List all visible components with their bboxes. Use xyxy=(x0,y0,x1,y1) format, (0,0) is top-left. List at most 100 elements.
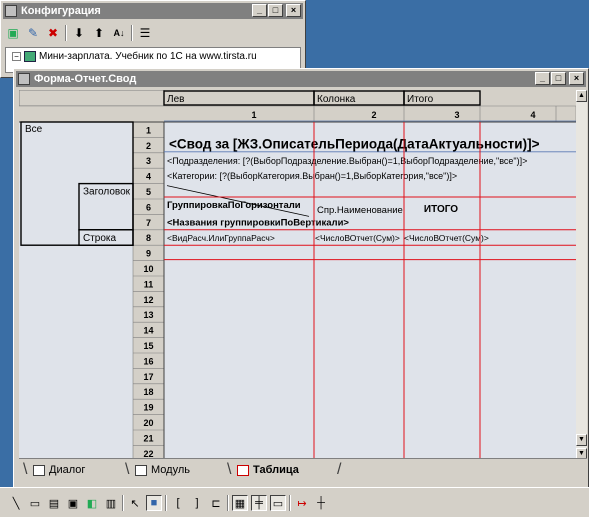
fill-tool-icon[interactable]: ■ xyxy=(146,495,162,511)
text-tool-icon[interactable]: ▤ xyxy=(46,495,62,511)
tab-dialog[interactable]: Диалог xyxy=(33,461,85,479)
form-window: Форма-Отчет.Свод _ □ × 1 2 3 4 5 6 7 8 9 10 11 12 13… xyxy=(13,68,589,517)
dialog-icon xyxy=(33,464,45,476)
ruler-icon[interactable]: ▭ xyxy=(270,495,286,511)
vertical-scrollbar[interactable]: ▲ ▼ ▼ xyxy=(576,90,587,462)
bracket-right-icon[interactable]: ] xyxy=(189,495,205,511)
tab-divider: \ xyxy=(227,461,232,478)
tab-divider: \ xyxy=(125,461,130,478)
config-icon xyxy=(24,51,36,62)
tab-module[interactable]: Модуль xyxy=(135,461,190,479)
tab-dialog-label: Диалог xyxy=(49,464,86,476)
cell-r8c3: <ЧислоВОтчет(Сум)> xyxy=(404,233,489,243)
row-number: 19 xyxy=(143,403,153,413)
row-section-area xyxy=(19,122,133,462)
row-number: 21 xyxy=(143,433,153,443)
toolbar-separator xyxy=(122,495,124,511)
picture-tool-icon[interactable]: ▣ xyxy=(65,495,81,511)
row-number: 8 xyxy=(146,233,151,243)
scroll-up-button[interactable]: ▲ xyxy=(576,90,587,102)
document-icon[interactable]: ☰ xyxy=(137,25,153,41)
cell-r7c1: <Названия группировкиПоВертикали> xyxy=(167,217,349,228)
chart-tool-icon[interactable]: ▥ xyxy=(103,495,119,511)
row-number: 12 xyxy=(143,295,153,305)
form-titlebar[interactable]: Форма-Отчет.Свод _ □ × xyxy=(16,71,586,87)
configuration-window: Конфигурация _ □ × ▣ ✎ ✖ ⬇ ⬆ A↓ ☰ − Мини… xyxy=(0,0,306,78)
cell-r8c2: <ЧислоВОтчет(Сум)> xyxy=(315,233,400,243)
tab-module-label: Модуль xyxy=(151,464,190,476)
row-number: 10 xyxy=(143,264,153,274)
row-number: 4 xyxy=(146,172,151,182)
tab-divider: \ xyxy=(23,461,28,478)
column-section-label: Колонка xyxy=(317,94,356,105)
pointer-tool-icon[interactable]: ↖ xyxy=(127,495,143,511)
line-tool-icon[interactable]: ╲ xyxy=(8,495,24,511)
cell-r3: <Подразделения: [?(ВыборПодразделение.Вы… xyxy=(167,156,527,166)
column-number-bar xyxy=(19,106,576,122)
headers-icon[interactable]: ╪ xyxy=(251,495,267,511)
row-number: 14 xyxy=(143,326,153,336)
row-number: 6 xyxy=(146,202,151,212)
spreadsheet-grid[interactable]: 1234567891011121314151617181920212212345… xyxy=(19,90,576,462)
move-down-icon[interactable]: ⬇ xyxy=(71,25,87,41)
spreadsheet-svg[interactable]: 1234567891011121314151617181920212212345… xyxy=(19,90,576,462)
form-title: Форма-Отчет.Свод xyxy=(34,73,137,85)
column-number: 4 xyxy=(530,110,535,120)
configuration-title: Конфигурация xyxy=(21,5,101,17)
tab-table[interactable]: Таблица xyxy=(237,461,299,479)
cell-r6c2: Спр.Наименование xyxy=(317,205,403,216)
row-number: 9 xyxy=(146,249,151,259)
edit-icon[interactable]: ✎ xyxy=(25,25,41,41)
row-number: 16 xyxy=(143,356,153,366)
minimize-button[interactable]: _ xyxy=(252,4,267,17)
table-icon xyxy=(237,464,249,476)
configuration-titlebar[interactable]: Конфигурация _ □ × xyxy=(3,3,303,19)
sort-icon[interactable]: A↓ xyxy=(111,25,127,41)
toolbar-separator xyxy=(65,25,67,41)
form-close-button[interactable]: × xyxy=(569,72,584,85)
module-icon xyxy=(135,464,147,476)
column-number: 3 xyxy=(454,110,459,120)
configuration-toolbar: ▣ ✎ ✖ ⬇ ⬆ A↓ ☰ xyxy=(5,23,153,43)
toolbar-separator xyxy=(165,495,167,511)
row-section-label: Все xyxy=(25,124,43,135)
cell-r2: <Свод за [ЖЗ.ОписательПериода(ДатаАктуал… xyxy=(169,136,540,151)
cell-r6c1: ГруппировкаПоГоризонтали xyxy=(167,200,301,211)
drawing-toolbar: ╲ ▭ ▤ ▣ ◧ ▥ ↖ ■ [ ] ⊏ ▦ ╪ ▭ ↦ ┼ xyxy=(0,487,589,517)
bracket-left-icon[interactable]: [ xyxy=(170,495,186,511)
form-window-icon xyxy=(18,73,30,85)
maximize-button[interactable]: □ xyxy=(268,4,283,17)
row-section-label: Строка xyxy=(83,233,117,244)
form-maximize-button[interactable]: □ xyxy=(551,72,566,85)
row-number: 17 xyxy=(143,372,153,382)
row-number: 18 xyxy=(143,387,153,397)
scroll-down-button[interactable]: ▼ xyxy=(576,434,587,446)
cells: <Свод за [ЖЗ.ОписательПериода(ДатаАктуал… xyxy=(167,136,540,242)
properties-icon[interactable]: ▣ xyxy=(5,25,21,41)
form-tabs: \ Диалог \ Модуль \ Таблица / xyxy=(19,458,587,482)
section-icon[interactable]: ↦ xyxy=(294,495,310,511)
merge-icon[interactable]: ⊏ xyxy=(208,495,224,511)
section-column-icon[interactable]: ┼ xyxy=(313,495,329,511)
toolbar-separator xyxy=(227,495,229,511)
configuration-window-icon xyxy=(5,5,17,17)
tree-item-config[interactable]: − Мини-зарплата. Учебник по 1С на www.ti… xyxy=(12,51,257,62)
expand-icon[interactable]: − xyxy=(12,52,21,61)
toolbar-separator xyxy=(289,495,291,511)
grid-icon[interactable]: ▦ xyxy=(232,495,248,511)
row-number: 11 xyxy=(144,279,154,289)
row-number: 13 xyxy=(143,310,153,320)
row-number: 20 xyxy=(143,418,153,428)
close-button[interactable]: × xyxy=(286,4,301,17)
delete-icon[interactable]: ✖ xyxy=(45,25,61,41)
ole-tool-icon[interactable]: ◧ xyxy=(84,495,100,511)
move-up-icon[interactable]: ⬆ xyxy=(91,25,107,41)
column-section-label: Итого xyxy=(407,94,434,105)
cell-r6c3: ИТОГО xyxy=(424,204,458,215)
form-minimize-button[interactable]: _ xyxy=(535,72,550,85)
column-section-label: Лев xyxy=(167,94,184,105)
column-number: 2 xyxy=(371,110,376,120)
tree-item-label: Мини-зарплата. Учебник по 1С на www.tirs… xyxy=(39,51,257,62)
row-number: 15 xyxy=(143,341,153,351)
rectangle-tool-icon[interactable]: ▭ xyxy=(27,495,43,511)
